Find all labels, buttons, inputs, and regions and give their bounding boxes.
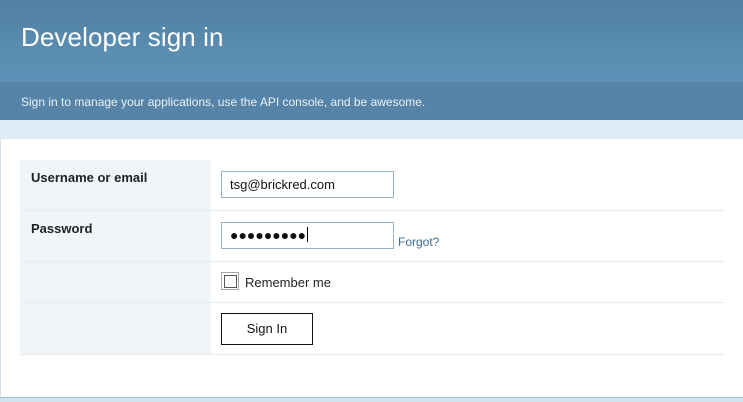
password-masked-value: ●●●●●●●●● [230, 227, 307, 243]
header-band [0, 120, 743, 139]
username-input[interactable]: tsg@brickred.com [221, 171, 394, 198]
page-header: Developer sign in [0, 0, 743, 82]
forgot-password-link[interactable]: Forgot? [398, 235, 439, 249]
password-label: Password [31, 221, 93, 236]
remember-me-label[interactable]: Remember me [245, 275, 331, 290]
username-label-cell: Username or email [20, 160, 211, 210]
remember-label-cell [20, 262, 211, 302]
page-title: Developer sign in [21, 22, 224, 52]
page-subheader: Sign in to manage your applications, use… [0, 82, 743, 120]
page-subtitle: Sign in to manage your applications, use… [21, 95, 426, 109]
password-row: Password ●●●●●●●●● Forgot? [20, 211, 724, 262]
username-row: Username or email tsg@brickred.com [20, 160, 724, 211]
submit-row: Sign In [20, 303, 724, 355]
password-label-cell: Password [20, 211, 211, 261]
panel-bottom-border [0, 397, 743, 402]
remember-me-checkbox[interactable] [221, 272, 239, 290]
sign-in-button[interactable]: Sign In [221, 313, 313, 345]
password-input[interactable]: ●●●●●●●●● [221, 222, 394, 249]
remember-row: Remember me [20, 262, 724, 303]
submit-label-cell [20, 303, 211, 354]
username-label: Username or email [31, 170, 148, 185]
username-value: tsg@brickred.com [230, 177, 335, 192]
text-caret [307, 227, 309, 242]
